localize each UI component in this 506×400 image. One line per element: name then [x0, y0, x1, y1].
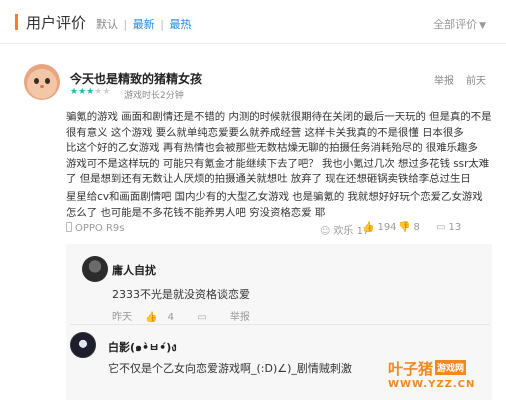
header-accent-bar [15, 14, 18, 30]
reply-text: 它不仅是个乙女向恋爱游戏啊_(:D)∠)_剧情贼刺激 [108, 362, 352, 375]
review-line: 了 但是想到还有无数让人厌烦的拍摄通关就想吐 放弃了 现在还想砸锅卖铁给李总过生… [66, 173, 471, 186]
chevron-down-icon: ▼ [479, 21, 486, 31]
avatar[interactable] [24, 64, 60, 100]
site-watermark: 叶子猪 游戏网 WWW.YZZ.CN [388, 358, 504, 398]
phone-icon [66, 222, 72, 232]
thumbs-up-icon: 👍 [362, 222, 375, 233]
reply-meta: 昨天 👍 4 ▭ 举报 [112, 308, 260, 323]
sort-separator: | [123, 18, 128, 31]
rating-stars: ★★★★★ [70, 87, 110, 97]
device-info: OPPO R9s [66, 222, 125, 234]
review-line: 骗氪的游戏 画面和剧情还是不错的 内测的时候就很期待在关闭的最后一天玩的 但是真… [66, 111, 492, 123]
reviews-header: 用户评价 默认 | 最新 | 最热 全部评价 ▼ [0, 0, 506, 44]
reply-date: 昨天 [112, 312, 132, 323]
reply-text: 2333不光是就没资格谈恋爱 [112, 288, 250, 301]
filter-dropdown[interactable]: 全部评价 ▼ [433, 16, 486, 32]
thumbs-down-icon: 👎 [398, 222, 411, 233]
like-count: 194 [377, 222, 397, 233]
reviewer-name[interactable]: 今天也是精致的猪精女孩 [70, 70, 202, 87]
review-line: 比这个好的乙女游戏 再有热情也会被那些无数枯燥无聊的拍摄任务消耗殆尽的 很难乐趣… [66, 142, 478, 155]
review-body: 骗氪的游戏 画面和剧情还是不错的 内测的时候就很期待在关闭的最后一天玩的 但是真… [66, 110, 496, 221]
game-time: 游戏时长2分钟 [124, 91, 184, 101]
review-line: 星星给cv和画面剧情吧 国内少有的大型乙女游戏 也是骗氪的 我就想好好玩个恋爱乙… [66, 190, 483, 203]
page-title: 用户评价 [26, 14, 87, 32]
reply-report-button[interactable]: 举报 [230, 312, 250, 323]
reply-author[interactable]: 白影(๑•̀ㅂ•́)ง [108, 338, 177, 356]
reply-author[interactable]: 庸人自扰 [112, 262, 156, 278]
reply-like-button[interactable]: 👍 4 [145, 312, 184, 323]
watermark-tag: 游戏网 [435, 360, 467, 375]
thumbs-up-icon: 👍 [145, 312, 158, 323]
sort-separator: | [160, 18, 164, 31]
star-icon: ★ [102, 87, 111, 97]
reply-comment-button[interactable]: ▭ [197, 312, 216, 323]
reply-divider [70, 324, 490, 325]
avatar[interactable] [82, 256, 108, 282]
review-line: 很有意义 这个游戏 要么就单纯恋爱要么就养成经营 这样卡关我真的不是很懂 日本很… [66, 126, 464, 139]
review-line: 游戏可不是这样玩的 可能只有氪金才能继续下去了吧？ 我也小氪过几次 想过多花钱 … [66, 157, 490, 170]
report-button[interactable]: 举报 [434, 72, 454, 87]
filter-label: 全部评价 [433, 18, 478, 31]
sort-default[interactable]: 默认 [96, 18, 118, 31]
comment-icon: ▭ [436, 222, 446, 233]
device-name: OPPO R9s [75, 223, 125, 234]
sort-options: 默认 | 最新 | 最热 [96, 16, 191, 32]
dislike-count: 8 [413, 222, 420, 233]
watermark-brand: 叶子猪 [388, 360, 434, 378]
comment-icon: ▭ [197, 312, 207, 323]
sort-latest[interactable]: 最新 [133, 18, 155, 31]
review-line: 怎么了 也可能是不多花钱不能养男人吧 穷没资格恋爱 耶 [66, 206, 326, 219]
smile-icon: ☺ [320, 226, 331, 237]
like-button[interactable]: 👍 194 [362, 222, 397, 233]
star-icon: ★ [70, 87, 79, 97]
dislike-button[interactable]: 👎 8 [398, 222, 420, 233]
comment-button[interactable]: ▭ 13 [436, 222, 461, 233]
avatar[interactable] [70, 332, 96, 358]
star-icon: ★ [78, 87, 87, 97]
review-date: 前天 [466, 76, 486, 87]
sort-hot[interactable]: 最热 [169, 18, 191, 31]
watermark-url: WWW.YZZ.CN [388, 379, 476, 390]
comment-count: 13 [448, 222, 462, 233]
